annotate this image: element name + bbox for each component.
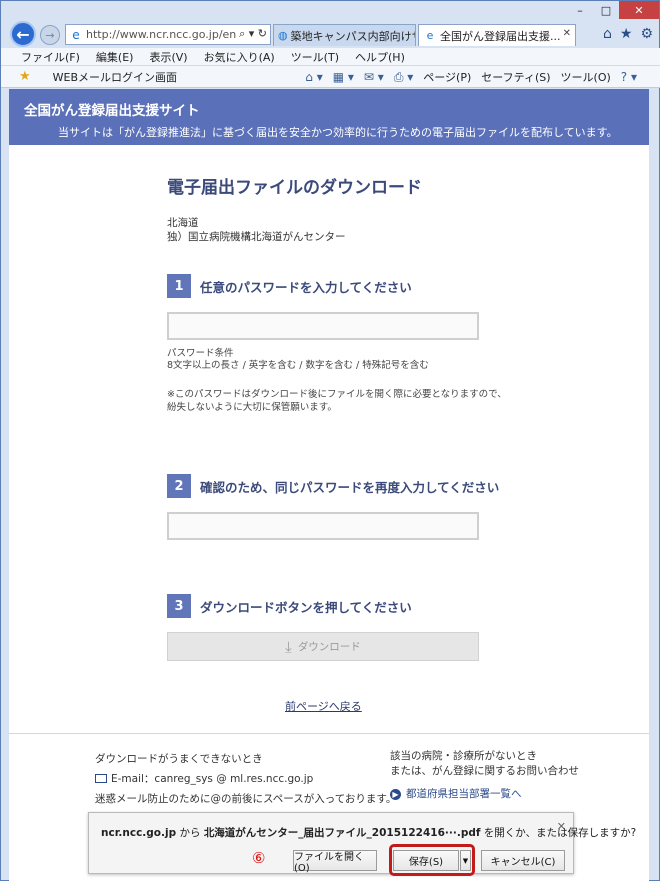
home-icon[interactable]: ⌂ ▾ [305, 70, 322, 84]
notification-filename: 北海道がんセンター_届出ファイル_2015122416···.pdf [203, 827, 481, 839]
download-button[interactable]: ⤓ ダウンロード [167, 632, 479, 661]
browser-window: – □ ✕ ← → e http://www.ncr.ncc.go.jp/en … [0, 0, 660, 881]
tools-menu[interactable]: ツール(O) [561, 69, 611, 85]
note-line: ※このパスワードはダウンロード後にファイルを開く際に必要となりますので、 [167, 389, 507, 400]
arrow-right-icon: ▶ [390, 789, 401, 800]
minimize-button[interactable]: – [567, 1, 593, 19]
safety-menu[interactable]: セーフティ(S) [481, 69, 550, 85]
back-page-link[interactable]: 前ページへ戻る [285, 698, 649, 714]
site-header: 全国がん登録届出支援サイト 当サイトは「がん登録推進法」に基づく届出を安全かつ効… [9, 89, 649, 145]
mail-icon [95, 774, 107, 783]
site-subtitle: 当サイトは「がん登録推進法」に基づく届出を安全かつ効率的に行うための電子届出ファ… [58, 126, 618, 139]
menu-tools[interactable]: ツール(T) [291, 49, 339, 65]
tab-label: 全国がん登録届出支援... [440, 29, 561, 43]
menu-help[interactable]: ヘルプ(H) [355, 49, 405, 65]
footer-inquiry: 該当の病院・診療所がないとき または、がん登録に関するお問い合わせ ▶ 都道府県担… [390, 749, 579, 802]
home-icon[interactable]: ⌂ [603, 26, 612, 42]
password-note: ※このパスワードはダウンロード後にファイルを開く際に必要となりますので、 紛失し… [167, 388, 649, 414]
no-hospital-heading: 該当の病院・診療所がないとき [390, 750, 537, 762]
tab-label: 築地キャンパス内部向けサー... [290, 29, 415, 43]
conditions-title: パスワード条件 [167, 348, 234, 359]
mail-icon[interactable]: ✉ ▾ [364, 70, 384, 84]
tab-cancer-registry[interactable]: e 全国がん登録届出支援... ✕ [418, 24, 576, 46]
step-1: 1 任意のパスワードを入力してください [167, 274, 649, 298]
menu-favorites[interactable]: お気に入り(A) [204, 49, 275, 65]
address-text: http://www.ncr.ncc.go.jp/en [86, 28, 237, 41]
spam-note: 迷惑メール防止のために@の前後にスペースが入っております。 [95, 793, 397, 805]
help-icon[interactable]: ? ▾ [621, 70, 637, 84]
address-bar[interactable]: e http://www.ncr.ncc.go.jp/en ⌕ ▾ ↻ [65, 24, 271, 45]
favorites-star-icon[interactable]: ★ [620, 26, 633, 42]
address-row: ← → e http://www.ncr.ncc.go.jp/en ⌕ ▾ ↻ … [1, 18, 660, 48]
ie-icon: e [426, 28, 434, 42]
email-line: E-mail：canreg_sys @ ml.res.ncc.go.jp [95, 769, 396, 789]
trouble-heading: ダウンロードがうまくできないとき [95, 753, 263, 765]
maximize-button[interactable]: □ [593, 1, 619, 19]
command-tools: ⌂ ▾ ▦ ▾ ✉ ▾ ⎙ ▾ ページ(P) セーフティ(S) ツール(O) ?… [305, 69, 637, 85]
gear-icon[interactable]: ⚙ [640, 26, 653, 42]
step-label: ダウンロードボタンを押してください [200, 599, 412, 615]
step-3: 3 ダウンロードボタンを押してください [167, 594, 649, 618]
close-tab-icon[interactable]: ✕ [563, 28, 571, 39]
print-icon[interactable]: ⎙ ▾ [394, 70, 413, 85]
step-marker: ⑥ [252, 849, 266, 867]
step-label: 確認のため、同じパスワードを再度入力してください [200, 479, 500, 495]
favorites-bar-star-icon: ★ [19, 69, 31, 84]
site-title: 全国がん登録届出支援サイト [24, 103, 200, 119]
menu-edit[interactable]: 編集(E) [96, 49, 134, 65]
window-controls: – □ ✕ [567, 1, 659, 19]
institution-name: 独）国立病院機構北海道がんセンター [167, 231, 346, 243]
site-favicon-icon: ◍ [278, 28, 288, 42]
institution-info: 北海道 独）国立病院機構北海道がんセンター [167, 216, 649, 244]
page-viewport: 全国がん登録届出支援サイト 当サイトは「がん登録推進法」に基づく届出を安全かつ効… [9, 89, 649, 881]
forward-button[interactable]: → [40, 25, 60, 45]
password-input[interactable] [167, 312, 479, 340]
browser-icons: ⌂ ★ ⚙ [603, 26, 653, 42]
main-content: 電子届出ファイルのダウンロード 北海道 独）国立病院機構北海道がんセンター 1 … [9, 173, 649, 714]
step-number: 2 [167, 474, 191, 498]
open-file-button[interactable]: ファイルを開く(O) [293, 850, 377, 874]
password-conditions: パスワード条件 8文字以上の長さ / 英字を含む / 数字を含む / 特殊記号を… [167, 348, 649, 372]
menu-view[interactable]: 表示(V) [149, 49, 187, 65]
save-highlight-box [389, 844, 475, 876]
menu-file[interactable]: ファイル(F) [21, 49, 80, 65]
inquiry-text: または、がん登録に関するお問い合わせ [390, 765, 579, 777]
ie-icon: e [72, 27, 80, 42]
close-window-button[interactable]: ✕ [619, 1, 659, 19]
feeds-icon[interactable]: ▦ ▾ [333, 70, 354, 84]
download-notification-bar: ncr.ncc.go.jp から 北海道がんセンター_届出ファイル_201512… [88, 812, 636, 876]
step-number: 1 [167, 274, 191, 298]
page-title: 電子届出ファイルのダウンロード [167, 178, 422, 198]
menu-bar: ファイル(F) 編集(E) 表示(V) お気に入り(A) ツール(T) ヘルプ(… [1, 48, 660, 66]
webmail-login-link[interactable]: WEBメールログイン画面 [53, 69, 177, 85]
conditions-text: 8文字以上の長さ / 英字を含む / 数字を含む / 特殊記号を含む [167, 360, 429, 371]
tab-campus[interactable]: ◍ 築地キャンパス内部向けサー... [273, 24, 416, 46]
step-label: 任意のパスワードを入力してください [200, 279, 412, 295]
search-refresh-icon[interactable]: ⌕ ▾ ↻ [239, 27, 267, 41]
close-notification-icon[interactable]: ✕ [557, 820, 566, 833]
prefecture-list-link[interactable]: ▶ 都道府県担当部署一覧へ [390, 787, 579, 802]
command-bar: ★ WEBメールログイン画面 ⌂ ▾ ▦ ▾ ✉ ▾ ⎙ ▾ ページ(P) セー… [1, 66, 660, 88]
download-icon: ⤓ [285, 637, 292, 656]
cancel-button[interactable]: キャンセル(C) [481, 850, 565, 871]
email-text[interactable]: E-mail：canreg_sys @ ml.res.ncc.go.jp [111, 773, 313, 785]
footer-contact: ダウンロードがうまくできないとき E-mail：canreg_sys @ ml.… [95, 749, 396, 809]
notification-from: から [176, 827, 204, 839]
download-label: ダウンロード [297, 641, 361, 653]
prefecture: 北海道 [167, 217, 199, 229]
notification-host: ncr.ncc.go.jp [101, 827, 177, 839]
note-line: 紛失しないように大切に保管願います。 [167, 402, 337, 413]
back-button[interactable]: ← [10, 21, 36, 47]
password-confirm-input[interactable] [167, 512, 479, 540]
pref-link-text[interactable]: 都道府県担当部署一覧へ [406, 788, 522, 800]
page-menu[interactable]: ページ(P) [423, 69, 471, 85]
step-number: 3 [167, 594, 191, 618]
step-2: 2 確認のため、同じパスワードを再度入力してください [167, 474, 649, 498]
